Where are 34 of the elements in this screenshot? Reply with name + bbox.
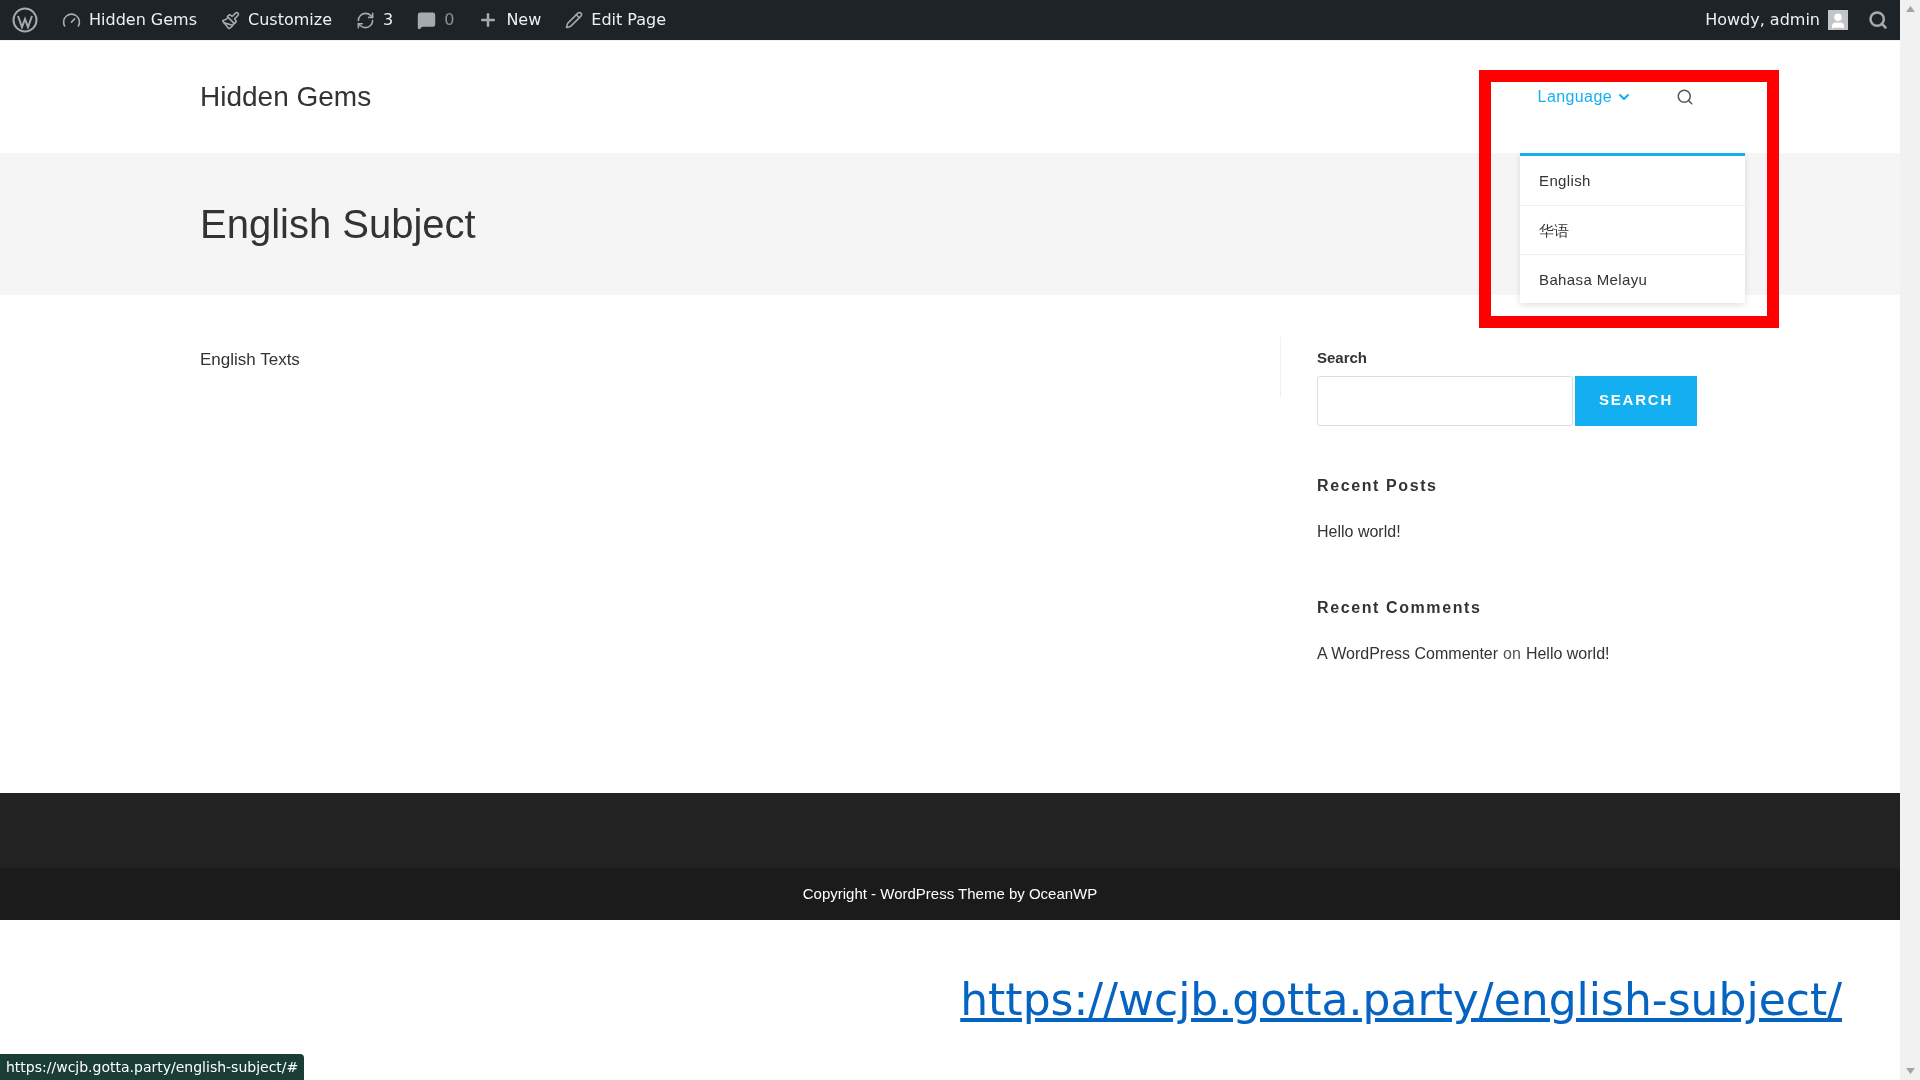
refresh-icon — [356, 10, 375, 30]
comment-author-link[interactable]: A WordPress Commenter — [1317, 641, 1499, 666]
pencil-icon — [565, 11, 584, 29]
dropdown-item[interactable]: English — [1520, 156, 1745, 205]
widget-title: Recent Posts — [1317, 475, 1439, 496]
account-link[interactable]: Howdy, admin — [1697, 0, 1856, 40]
widget-title: Search — [1317, 348, 1369, 368]
paintbrush-icon — [221, 10, 241, 30]
page-title: English Subject — [200, 201, 476, 248]
scroll-up-arrow-icon — [1905, 6, 1915, 12]
wordpress-logo-icon[interactable] — [12, 7, 38, 33]
speech-bubble-icon — [417, 10, 437, 30]
status-tooltip: https://wcjb.gotta.party/english-subject/# — [0, 1054, 305, 1080]
admin-bar-link[interactable]: 0 — [405, 0, 467, 40]
copyright-text: Copyright - WordPress Theme by OceanWP — [802, 883, 1098, 904]
widget-title: Recent Comments — [1317, 597, 1483, 618]
admin-bar-link[interactable]: New — [466, 0, 554, 40]
comment-joiner: on — [1503, 643, 1521, 664]
site-title[interactable]: Hidden Gems — [200, 76, 372, 118]
post-link[interactable]: Hello world! — [1525, 641, 1610, 666]
search-icon[interactable] — [1868, 10, 1888, 30]
body-text: English Texts — [200, 349, 301, 371]
dashboard-gauge-icon — [62, 10, 81, 30]
url-link[interactable]: https://wcjb.gotta.party/english-subject/ — [960, 978, 1842, 1022]
search-icon[interactable] — [1676, 88, 1694, 106]
admin-bar-link[interactable]: 3 — [344, 0, 406, 40]
post-link[interactable]: Hello world! — [1317, 519, 1700, 544]
search-field[interactable] — [1317, 375, 1573, 426]
admin-bar-link[interactable]: Customize — [209, 0, 344, 40]
avatar-icon — [1828, 10, 1848, 30]
scrollbar[interactable] — [1900, 0, 1920, 1080]
admin-bar-link[interactable]: Hidden Gems — [50, 0, 210, 40]
admin-bar-link[interactable]: Edit Page — [553, 0, 679, 40]
scroll-down-arrow-icon — [1905, 1068, 1915, 1074]
